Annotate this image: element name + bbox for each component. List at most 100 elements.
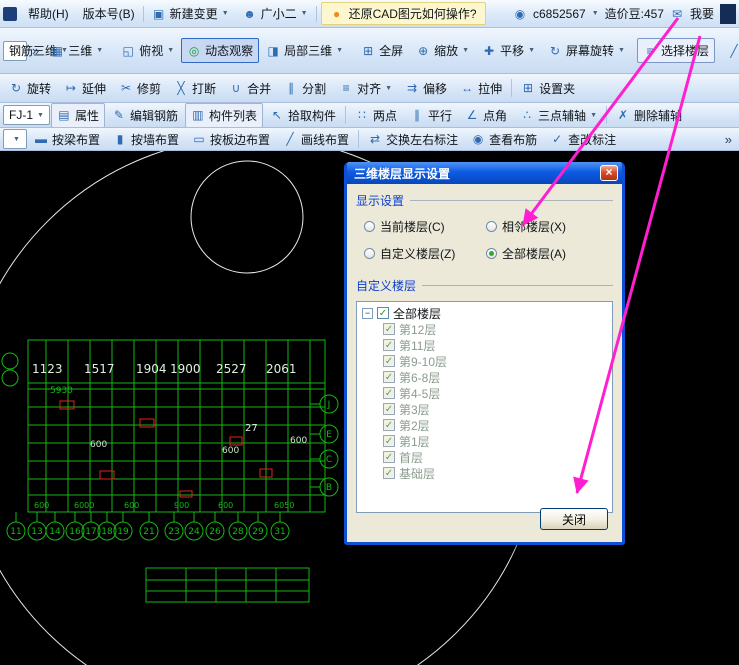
toolbar-button[interactable]: ≡ 选择楼层	[636, 38, 715, 63]
menu-more[interactable]: 我要	[690, 5, 714, 22]
chevron-down-icon: ▼	[13, 135, 20, 143]
points-badge[interactable]: 造价豆:457	[605, 5, 664, 22]
tree-floor-item[interactable]: ✓ 第2层	[362, 417, 612, 433]
toolbar-button[interactable]: ∥ 平行	[404, 103, 458, 127]
toolbar-button[interactable]: ∷ 两点	[349, 103, 403, 127]
toolbar-button[interactable]: ↔ 拉伸	[454, 76, 508, 101]
toolbar-button[interactable]: ⊕ 缩放 ▼	[410, 38, 475, 63]
toolbar-button-label: 构件列表	[208, 108, 257, 123]
chat-icon[interactable]: ✉	[670, 8, 684, 20]
pan-icon: ✚	[484, 43, 495, 58]
toolbar-button[interactable]: ⊞ 全屏	[355, 38, 409, 63]
menu-item[interactable]: 版本号(B)	[77, 2, 141, 25]
toolbar-view: 钢筋三维 ▼ » ▦ 三维 ▼ ◱ 俯视 ▼ ◎ 动态观察 ◨ 局部三维 ▼ ⊞…	[0, 28, 739, 74]
placement-combo[interactable]: ▼	[3, 129, 27, 149]
section-divider	[422, 285, 613, 286]
toolbar-button[interactable]: ▬ 按梁布置	[28, 128, 106, 150]
toolbar-button[interactable]: ◱ 俯视 ▼	[115, 38, 180, 63]
toolbar-button[interactable]: ▦ 三维 ▼	[44, 38, 109, 63]
toolbar-button[interactable]: ✂ 修剪	[113, 76, 167, 101]
toolbar-button[interactable]: ◎ 动态观察	[181, 38, 260, 63]
toolbar-button[interactable]: ✗ 删除辅轴	[610, 103, 688, 127]
toolbar-button[interactable]: ▮ 按墙布置	[107, 128, 185, 150]
section-display-settings: 显示设置	[356, 192, 613, 209]
radio-option[interactable]: 自定义楼层(Z)	[364, 245, 486, 262]
component-type-value: FJ-1	[9, 108, 33, 122]
toolbar-button[interactable]: ✎ 编辑钢筋	[106, 103, 184, 127]
tree-floor-item[interactable]: ✓ 第6-8层	[362, 369, 612, 385]
tree-floor-item[interactable]: ✓ 基础层	[362, 465, 612, 481]
tip-icon: ●	[332, 6, 341, 21]
by-beam-icon: ▬	[35, 132, 47, 146]
toolbar-button[interactable]: ◉ 查看布筋	[465, 128, 543, 150]
floor-tree[interactable]: − ✓ 全部楼层 ✓ 第12层 ✓ 第11层 ✓ 第9-10层 ✓ 第6-8层 …	[356, 301, 613, 513]
tree-floor-item[interactable]: ✓ 第12层	[362, 321, 612, 337]
dim-label: 6050	[274, 501, 294, 510]
toolbar-button[interactable]: ▥ 构件列表	[184, 103, 263, 127]
dim-label: 600	[222, 446, 239, 456]
toolbar-button-label: 画线布置	[301, 132, 350, 147]
tree-floor-item[interactable]: ✓ 第9-10层	[362, 353, 612, 369]
user-account[interactable]: c6852567	[533, 7, 586, 21]
align-icon: ≡	[342, 81, 350, 95]
toolbar-button[interactable]: ↻ 旋转	[3, 76, 57, 101]
toolbar-button[interactable]: ⇄ 交换左右标注	[362, 128, 464, 150]
toolbar-button[interactable]: ⊞ 设置夹	[515, 76, 581, 101]
tree-floor-item[interactable]: ✓ 第4-5层	[362, 385, 612, 401]
menu-item[interactable]: ▣ 新建变更 ▼	[146, 2, 235, 25]
two-point-icon: ∷	[358, 108, 366, 122]
toolbar-button[interactable]: ╳ 打断	[168, 76, 222, 101]
toolbar-button[interactable]: ╱ 线	[721, 38, 739, 63]
application-window: 帮助(H) 版本号(B) ▣ 新建变更 ▼ ☻ 广小二 ▼ ● 还原CAD图元如…	[0, 0, 739, 665]
radio-option[interactable]: 当前楼层(C)	[364, 218, 486, 235]
radio-option[interactable]: 全部楼层(A)	[486, 245, 609, 262]
dim-label: 6000	[74, 501, 94, 510]
dialog-titlebar[interactable]: 三维楼层显示设置 ×	[347, 162, 622, 184]
component-type-combo[interactable]: FJ-1 ▼	[3, 105, 50, 125]
offset-icon: ⇉	[407, 81, 418, 95]
close-button[interactable]: 关闭	[540, 508, 608, 530]
rebar-3d-combo[interactable]: 钢筋三维 ▼	[3, 40, 68, 61]
axis-label: 11	[10, 527, 21, 537]
dialog-close-icon[interactable]: ×	[600, 165, 618, 181]
radio-option[interactable]: 相邻楼层(X)	[486, 218, 609, 235]
toolbar-overflow-chevron[interactable]: »	[28, 43, 43, 58]
toolbar-button[interactable]: ∠ 点角	[459, 103, 513, 127]
menu-item[interactable]: 帮助(H)	[22, 2, 75, 25]
toolbar-button[interactable]: ≡ 对齐 ▼	[333, 76, 398, 101]
rotate-screen-icon: ↻	[550, 43, 561, 58]
toolbar-button[interactable]: ↖ 拾取构件	[264, 103, 342, 127]
orbit-icon: ◎	[188, 43, 200, 58]
collapse-icon[interactable]: −	[362, 307, 373, 319]
chevron-down-icon[interactable]: ▼	[592, 10, 599, 17]
toolbar-button[interactable]: ∪ 合并	[223, 76, 277, 101]
drawing-area[interactable]: 1123 1517 1904 1900 2527 2061 27 600 600…	[0, 136, 739, 665]
tree-floor-item[interactable]: ✓ 首层	[362, 449, 612, 465]
toolbar-button[interactable]: ⇉ 偏移	[399, 76, 453, 101]
tree-floor-item[interactable]: ✓ 第11层	[362, 337, 612, 353]
toolbar-button[interactable]: ↻ 屏幕旋转 ▼	[542, 38, 631, 63]
toolbar-button[interactable]: ▭ 按板边布置	[186, 128, 276, 150]
menu-item[interactable]: ☻ 广小二 ▼	[237, 2, 314, 25]
toolbar-separator	[142, 5, 144, 22]
toolbar-button[interactable]: ∴ 三点辅轴 ▼	[514, 103, 603, 127]
toolbar-button[interactable]: ✚ 平移 ▼	[476, 38, 541, 63]
toolbar-button[interactable]: ▤ 属性	[50, 103, 105, 127]
toolbar-overflow-chevron[interactable]: »	[721, 132, 736, 147]
tree-floor-item[interactable]: ✓ 第1层	[362, 433, 612, 449]
toolbar-button[interactable]: ◨ 局部三维 ▼	[260, 38, 349, 63]
toolbar-button[interactable]: ╱ 画线布置	[277, 128, 355, 150]
section-label: 自定义楼层	[356, 279, 417, 293]
tree-floor-item[interactable]: ✓ 第3层	[362, 401, 612, 417]
tree-root-row[interactable]: − ✓ 全部楼层	[362, 305, 612, 321]
help-notification[interactable]: ● 还原CAD图元如何操作?	[320, 2, 486, 25]
app-icon	[3, 6, 17, 21]
assistant-icon: ☻	[243, 6, 256, 21]
notification-text: 还原CAD图元如何操作?	[348, 7, 477, 21]
tree-floor-label: 首层	[399, 450, 424, 465]
toolbar-button[interactable]: ∥ 分割	[278, 76, 332, 101]
toolbar-button[interactable]: ✓ 查改标注	[544, 128, 622, 150]
toolbar-button[interactable]: ↦ 延伸	[58, 76, 112, 101]
checkbox-checked-icon[interactable]: ✓	[377, 307, 389, 319]
checkbox-checked-icon: ✓	[383, 355, 395, 367]
